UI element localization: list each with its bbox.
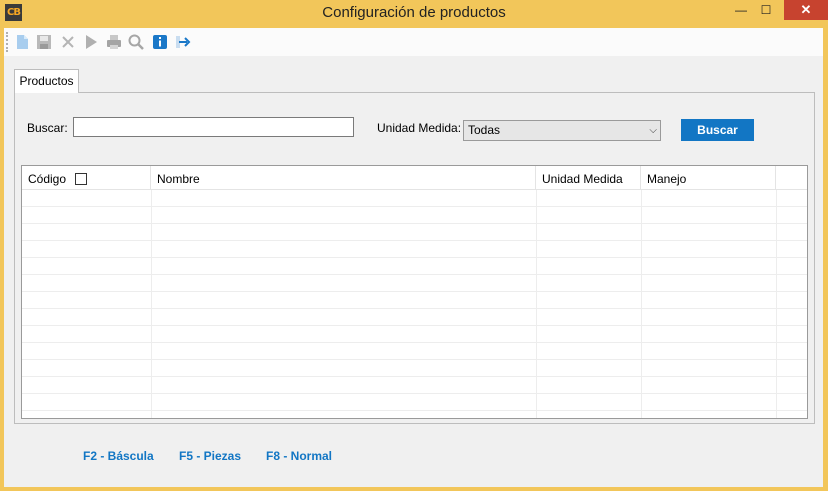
column-header-label: Manejo xyxy=(647,172,687,186)
chevron-down-icon: ⌵ xyxy=(649,125,657,136)
table-row[interactable] xyxy=(22,326,807,343)
column-header-manejo[interactable]: Manejo xyxy=(641,166,776,190)
toolbar xyxy=(4,28,823,56)
column-divider xyxy=(641,190,642,418)
unit-select-value: Todas xyxy=(468,123,501,137)
column-header-nombre[interactable]: Nombre xyxy=(151,166,536,190)
select-all-checkbox[interactable] xyxy=(75,173,87,185)
tab-page-productos: Buscar: Unidad Medida: Todas ⌵ Buscar Có… xyxy=(14,92,815,424)
column-divider xyxy=(776,190,777,418)
table-row[interactable] xyxy=(22,190,807,207)
minimize-button[interactable]: — xyxy=(728,0,754,20)
application-window: CB Configuración de productos — ☐ ✕ Prod… xyxy=(0,0,828,491)
table-row[interactable] xyxy=(22,224,807,241)
table-row[interactable] xyxy=(22,360,807,377)
print-icon[interactable] xyxy=(105,33,123,51)
table-row[interactable] xyxy=(22,275,807,292)
table-row[interactable] xyxy=(22,343,807,360)
new-document-icon[interactable] xyxy=(13,33,31,51)
title-bar[interactable]: CB Configuración de productos — ☐ ✕ xyxy=(0,0,828,26)
magnifier-icon[interactable] xyxy=(127,33,145,51)
column-header-label: Código xyxy=(28,172,67,186)
table-row[interactable] xyxy=(22,292,807,309)
table-row[interactable] xyxy=(22,377,807,394)
search-input[interactable] xyxy=(73,117,354,137)
toolbar-grip[interactable] xyxy=(6,32,9,52)
column-header-unidad-medida[interactable]: Unidad Medida xyxy=(536,166,641,190)
unit-select[interactable]: Todas ⌵ xyxy=(463,120,661,141)
products-table[interactable]: Código Nombre Unidad Medida Manejo xyxy=(21,165,808,419)
search-label: Buscar: xyxy=(27,121,68,135)
column-header-label: Unidad Medida xyxy=(542,172,623,186)
table-row[interactable] xyxy=(22,309,807,326)
save-icon[interactable] xyxy=(35,33,53,51)
tab-productos[interactable]: Productos xyxy=(14,69,79,93)
table-row[interactable] xyxy=(22,394,807,411)
shortcut-f8-normal: F8 - Normal xyxy=(266,449,333,463)
column-divider xyxy=(536,190,537,418)
column-divider xyxy=(151,190,152,418)
client-area: Productos Buscar: Unidad Medida: Todas ⌵… xyxy=(4,28,823,487)
play-icon[interactable] xyxy=(82,33,100,51)
info-icon[interactable] xyxy=(151,33,169,51)
shortcut-f5-piezas: F5 - Piezas xyxy=(179,449,242,463)
search-button[interactable]: Buscar xyxy=(681,119,754,141)
table-row[interactable] xyxy=(22,258,807,275)
exit-icon[interactable] xyxy=(174,33,192,51)
window-title: Configuración de productos xyxy=(322,4,506,21)
delete-icon[interactable] xyxy=(59,33,77,51)
table-row[interactable] xyxy=(22,241,807,258)
column-header-label: Nombre xyxy=(157,172,200,186)
close-button[interactable]: ✕ xyxy=(784,0,828,20)
unit-label: Unidad Medida: xyxy=(377,121,462,135)
maximize-button[interactable]: ☐ xyxy=(754,0,778,20)
table-header: Código Nombre Unidad Medida Manejo xyxy=(22,166,807,190)
table-row[interactable] xyxy=(22,207,807,224)
shortcut-f2-bascula: F2 - Báscula xyxy=(83,449,154,463)
